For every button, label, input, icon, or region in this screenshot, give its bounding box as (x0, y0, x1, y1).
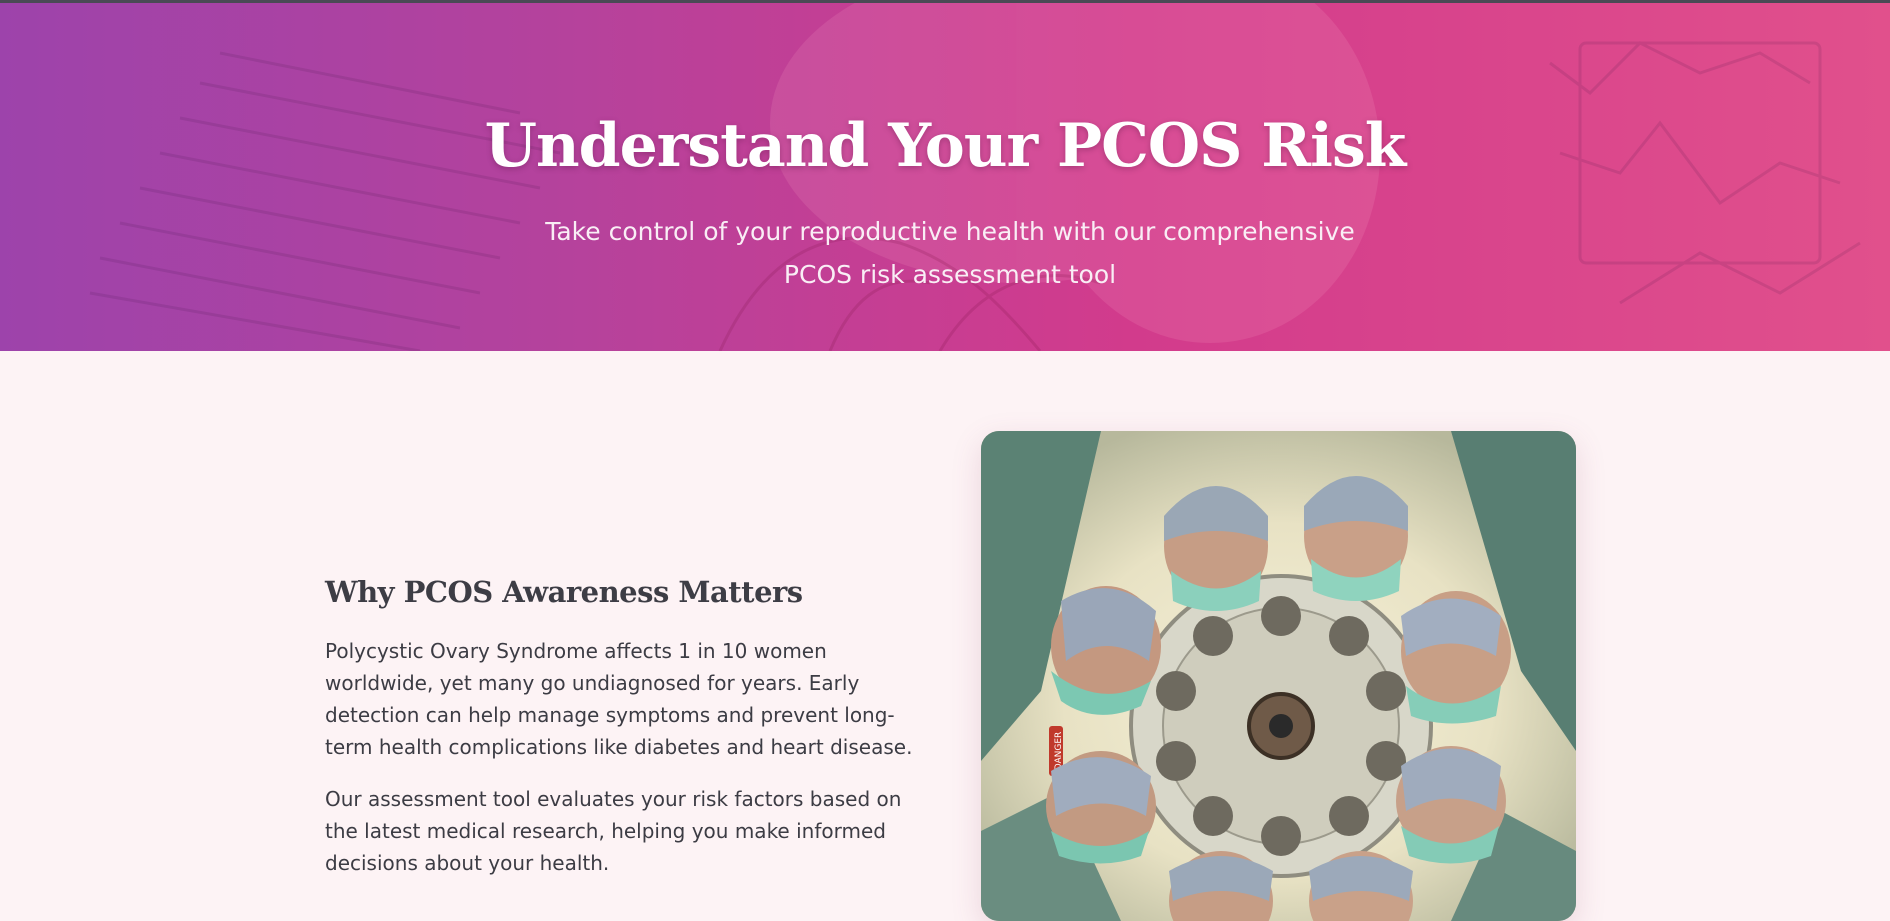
hero-banner: Understand Your PCOS Risk Take control o… (0, 3, 1890, 351)
awareness-heading: Why PCOS Awareness Matters (325, 575, 803, 609)
awareness-section: Why PCOS Awareness Matters Polycystic Ov… (0, 351, 1890, 921)
surgeons-photo-illustration: DANGER (981, 431, 1576, 921)
awareness-text-column: Why PCOS Awareness Matters Polycystic Ov… (325, 575, 925, 899)
surgeons-photo: DANGER (981, 431, 1576, 921)
hero-subtitle: Take control of your reproductive health… (520, 210, 1380, 296)
hero-subtitle-line2: PCOS risk assessment tool (783, 260, 1117, 289)
hero-title: Understand Your PCOS Risk (484, 111, 1407, 181)
awareness-paragraph-2: Our assessment tool evaluates your risk … (325, 787, 902, 875)
hero-subtitle-line1: Take control of your reproductive health… (545, 217, 1355, 246)
danger-sign-text: DANGER (1054, 732, 1064, 771)
awareness-paragraph-1: Polycystic Ovary Syndrome affects 1 in 1… (325, 639, 913, 759)
